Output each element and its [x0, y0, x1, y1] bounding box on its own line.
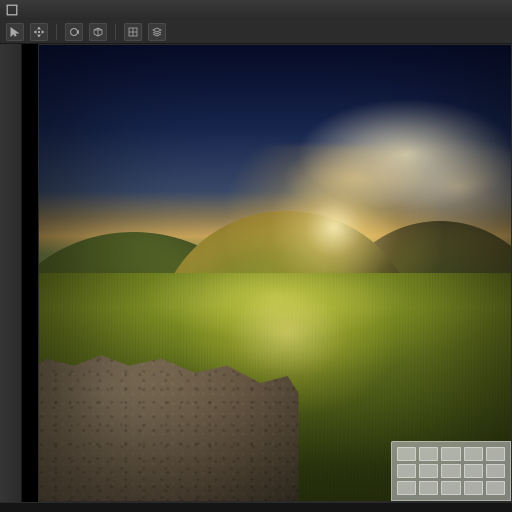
- mini-cell[interactable]: [486, 481, 505, 495]
- pointer-icon: [10, 27, 20, 37]
- statusbar: [0, 502, 512, 512]
- mini-cell[interactable]: [397, 447, 416, 461]
- move-icon: [34, 27, 44, 37]
- work-area: [0, 44, 512, 502]
- cube-icon: [93, 27, 103, 37]
- toolbar: [0, 20, 512, 44]
- move-tool[interactable]: [30, 23, 48, 41]
- mini-cell[interactable]: [419, 464, 438, 478]
- titlebar: [0, 0, 512, 20]
- mini-cell[interactable]: [397, 464, 416, 478]
- grid-icon: [128, 27, 138, 37]
- app-icon: [6, 4, 18, 16]
- mini-cell[interactable]: [419, 447, 438, 461]
- layers-tool[interactable]: [148, 23, 166, 41]
- toolbar-separator: [56, 24, 57, 40]
- toolbar-separator: [115, 24, 116, 40]
- mini-cell[interactable]: [441, 464, 460, 478]
- rotate-tool[interactable]: [65, 23, 83, 41]
- grid-tool[interactable]: [124, 23, 142, 41]
- render-canvas[interactable]: [38, 44, 512, 502]
- mini-panel[interactable]: [391, 441, 511, 501]
- mini-cell[interactable]: [419, 481, 438, 495]
- viewport[interactable]: [22, 44, 512, 502]
- rotate-icon: [69, 27, 79, 37]
- mini-cell[interactable]: [464, 464, 483, 478]
- mini-cell[interactable]: [486, 447, 505, 461]
- mini-cell[interactable]: [486, 464, 505, 478]
- pointer-tool[interactable]: [6, 23, 24, 41]
- mini-cell[interactable]: [464, 447, 483, 461]
- cube-tool[interactable]: [89, 23, 107, 41]
- layers-icon: [152, 27, 162, 37]
- mini-cell[interactable]: [441, 481, 460, 495]
- mini-cell[interactable]: [397, 481, 416, 495]
- mini-cell[interactable]: [464, 481, 483, 495]
- viewport-notch: [22, 259, 38, 299]
- mini-cell[interactable]: [441, 447, 460, 461]
- left-panel[interactable]: [0, 44, 22, 502]
